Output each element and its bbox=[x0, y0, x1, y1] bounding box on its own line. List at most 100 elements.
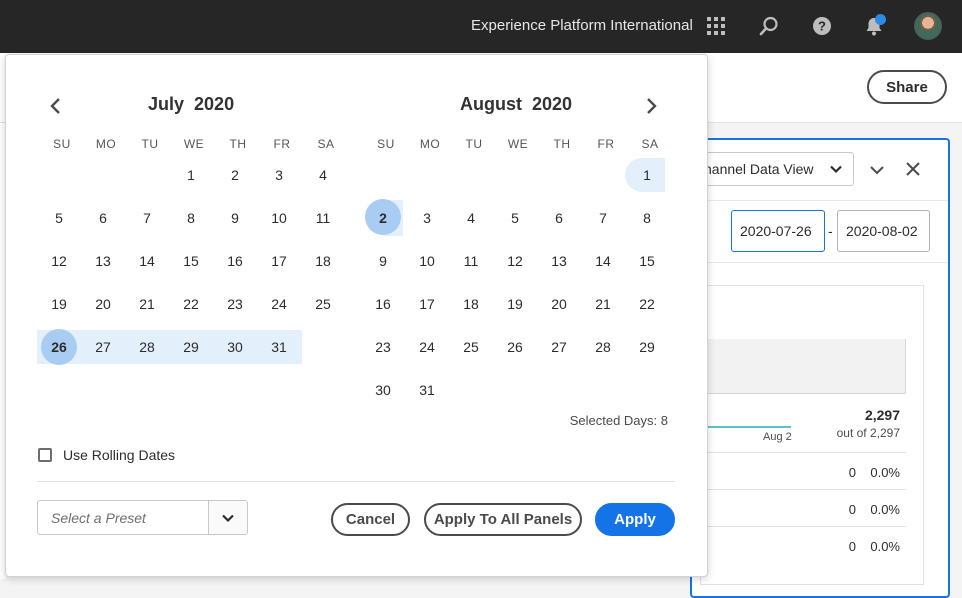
august-day-cell[interactable]: 20 bbox=[537, 287, 581, 321]
weekday-header: TH bbox=[553, 137, 571, 151]
top-bar: Experience Platform International ? bbox=[0, 0, 962, 53]
bell-icon[interactable] bbox=[861, 13, 887, 39]
preset-dropdown-button[interactable] bbox=[208, 500, 248, 535]
august-day-cell[interactable]: 13 bbox=[537, 244, 581, 278]
august-day-cell[interactable]: 5 bbox=[493, 201, 537, 235]
july-day-cell[interactable]: 27 bbox=[81, 330, 125, 364]
august-day-cell[interactable]: 6 bbox=[537, 201, 581, 235]
july-day-cell[interactable]: 10 bbox=[257, 201, 301, 235]
rolling-dates-checkbox[interactable] bbox=[38, 448, 52, 462]
rolling-dates-label[interactable]: Use Rolling Dates bbox=[63, 447, 175, 463]
august-day-cell[interactable]: 3 bbox=[405, 201, 449, 235]
july-day-cell[interactable]: 26 bbox=[37, 330, 81, 364]
august-day-cell[interactable]: 11 bbox=[449, 244, 493, 278]
august-day-cell[interactable]: 28 bbox=[581, 330, 625, 364]
july-day-cell[interactable]: 13 bbox=[81, 244, 125, 278]
table-row[interactable]: 0 0.0% bbox=[700, 526, 906, 563]
july-day-cell[interactable]: 29 bbox=[169, 330, 213, 364]
july-day-cell[interactable]: 8 bbox=[169, 201, 213, 235]
sparkline-label: Aug 2 bbox=[763, 431, 792, 443]
august-day-cell[interactable]: 17 bbox=[405, 287, 449, 321]
avatar[interactable] bbox=[914, 12, 942, 40]
august-day-cell[interactable]: 8 bbox=[625, 201, 669, 235]
svg-text:?: ? bbox=[818, 19, 826, 34]
july-day-cell[interactable]: 24 bbox=[257, 287, 301, 321]
august-day-cell[interactable]: 15 bbox=[625, 244, 669, 278]
start-date-field[interactable]: 2020-07-26 bbox=[731, 210, 825, 252]
july-day-cell[interactable]: 12 bbox=[37, 244, 81, 278]
org-name[interactable]: Experience Platform International bbox=[471, 17, 693, 34]
august-day-cell[interactable]: 31 bbox=[405, 373, 449, 407]
august-day-cell[interactable]: 4 bbox=[449, 201, 493, 235]
august-day-cell[interactable]: 22 bbox=[625, 287, 669, 321]
july-day-cell[interactable]: 15 bbox=[169, 244, 213, 278]
august-day-cell[interactable]: 19 bbox=[493, 287, 537, 321]
weekday-header: TU bbox=[465, 137, 483, 151]
august-day-cell[interactable]: 26 bbox=[493, 330, 537, 364]
august-day-cell[interactable]: 24 bbox=[405, 330, 449, 364]
july-day-cell[interactable]: 11 bbox=[301, 201, 345, 235]
footer-divider bbox=[37, 481, 675, 482]
august-day-cell[interactable]: 1 bbox=[625, 158, 669, 192]
july-day-cell[interactable]: 23 bbox=[213, 287, 257, 321]
table-row[interactable]: 0 0.0% bbox=[700, 452, 906, 489]
july-day-cell[interactable]: 9 bbox=[213, 201, 257, 235]
july-day-cell[interactable]: 22 bbox=[169, 287, 213, 321]
july-day-cell[interactable]: 20 bbox=[81, 287, 125, 321]
august-day-cell[interactable]: 9 bbox=[361, 244, 405, 278]
july-day-cell[interactable]: 21 bbox=[125, 287, 169, 321]
july-day-cell[interactable]: 7 bbox=[125, 201, 169, 235]
apply-to-all-panels-button[interactable]: Apply To All Panels bbox=[424, 503, 582, 536]
august-day-cell[interactable]: 10 bbox=[405, 244, 449, 278]
apps-grid-icon[interactable] bbox=[703, 13, 729, 39]
sparkline bbox=[706, 426, 791, 428]
end-date-field[interactable]: 2020-08-02 bbox=[837, 210, 930, 252]
table-row[interactable]: 0 0.0% bbox=[700, 489, 906, 526]
share-button[interactable]: Share bbox=[867, 70, 947, 104]
cancel-button[interactable]: Cancel bbox=[331, 503, 410, 536]
july-day-cell[interactable]: 6 bbox=[81, 201, 125, 235]
preset-select[interactable]: Select a Preset bbox=[37, 500, 209, 535]
august-day-cell[interactable]: 18 bbox=[449, 287, 493, 321]
july-day-cell[interactable]: 14 bbox=[125, 244, 169, 278]
july-day-cell[interactable]: 28 bbox=[125, 330, 169, 364]
july-day-cell[interactable]: 4 bbox=[301, 158, 345, 192]
august-day-cell[interactable]: 12 bbox=[493, 244, 537, 278]
july-day-cell[interactable]: 16 bbox=[213, 244, 257, 278]
july-day-cell[interactable]: 1 bbox=[169, 158, 213, 192]
next-month-icon[interactable] bbox=[642, 95, 662, 117]
august-day-cell[interactable]: 23 bbox=[361, 330, 405, 364]
july-day-cell[interactable]: 2 bbox=[213, 158, 257, 192]
left-month-name: July bbox=[148, 94, 185, 114]
august-day-cell[interactable]: 25 bbox=[449, 330, 493, 364]
panel-divider bbox=[692, 200, 948, 201]
search-icon[interactable] bbox=[756, 13, 782, 39]
close-panel-icon[interactable] bbox=[903, 159, 923, 179]
august-day-cell[interactable]: 21 bbox=[581, 287, 625, 321]
prev-month-icon[interactable] bbox=[45, 95, 65, 117]
july-day-cell[interactable]: 25 bbox=[301, 287, 345, 321]
apply-button[interactable]: Apply bbox=[595, 503, 675, 536]
july-day-cell[interactable]: 17 bbox=[257, 244, 301, 278]
collapse-panel-icon[interactable] bbox=[866, 160, 888, 180]
august-day-cell[interactable]: 2 bbox=[361, 201, 405, 235]
weekday-header: FR bbox=[273, 137, 291, 151]
july-day-cell[interactable]: 19 bbox=[37, 287, 81, 321]
july-day-cell[interactable]: 31 bbox=[257, 330, 301, 364]
chevron-down-icon bbox=[222, 514, 234, 522]
august-day-cell[interactable]: 14 bbox=[581, 244, 625, 278]
july-day-cell[interactable]: 5 bbox=[37, 201, 81, 235]
metric-total: 2,297 bbox=[864, 407, 900, 423]
right-month-name: August bbox=[460, 94, 522, 114]
help-icon[interactable]: ? bbox=[809, 13, 835, 39]
august-day-cell[interactable]: 16 bbox=[361, 287, 405, 321]
left-month-year: 2020 bbox=[194, 94, 235, 114]
august-day-cell[interactable]: 27 bbox=[537, 330, 581, 364]
data-view-select[interactable]: hannel Data View bbox=[695, 152, 854, 186]
august-day-cell[interactable]: 29 bbox=[625, 330, 669, 364]
july-day-cell[interactable]: 18 bbox=[301, 244, 345, 278]
august-day-cell[interactable]: 7 bbox=[581, 201, 625, 235]
august-day-cell[interactable]: 30 bbox=[361, 373, 405, 407]
july-day-cell[interactable]: 30 bbox=[213, 330, 257, 364]
july-day-cell[interactable]: 3 bbox=[257, 158, 301, 192]
